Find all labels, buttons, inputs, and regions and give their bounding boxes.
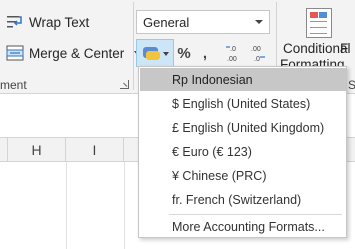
column-h-label: H bbox=[31, 142, 42, 158]
comma-style-button[interactable]: , bbox=[197, 41, 213, 65]
svg-text:.00: .00 bbox=[227, 56, 237, 63]
merge-center-icon bbox=[6, 44, 24, 62]
coin-icon bbox=[146, 51, 160, 60]
group-separator bbox=[133, 2, 134, 90]
percent-style-button[interactable]: % bbox=[174, 41, 194, 65]
number-format-select[interactable]: General bbox=[136, 10, 270, 34]
menu-item-label: € Euro (€ 123) bbox=[172, 144, 252, 159]
grid-line bbox=[66, 162, 67, 249]
menu-item-french-swiss[interactable]: fr. French (Switzerland) bbox=[140, 188, 346, 211]
menu-item-more-accounting-formats[interactable]: More Accounting Formats... bbox=[140, 215, 346, 238]
alignment-dialog-launcher-icon[interactable] bbox=[120, 80, 129, 89]
format-as-table-fragment[interactable]: F bbox=[340, 41, 348, 56]
wrap-text-icon bbox=[6, 13, 24, 31]
merge-center-button[interactable]: Merge & Center bbox=[6, 41, 141, 65]
column-header-h[interactable]: H bbox=[8, 138, 66, 162]
column-header-blank[interactable] bbox=[0, 138, 8, 162]
column-i-label: I bbox=[92, 142, 97, 158]
menu-item-label: $ English (United States) bbox=[172, 96, 311, 111]
menu-item-euro[interactable]: € Euro (€ 123) bbox=[140, 140, 346, 163]
wrap-text-label: Wrap Text bbox=[29, 14, 90, 30]
merge-center-label: Merge & Center bbox=[29, 45, 125, 61]
menu-item-label: Rp Indonesian bbox=[172, 72, 253, 87]
comma-style-icon: , bbox=[202, 44, 208, 62]
svg-text:.0: .0 bbox=[254, 56, 260, 63]
svg-text:.0: .0 bbox=[230, 46, 236, 53]
cf-line bbox=[310, 27, 327, 28]
styles-group-label-fragment: S bbox=[348, 78, 355, 92]
accounting-format-menu: Rp Indonesian $ English (United States) … bbox=[138, 66, 347, 238]
cf-line bbox=[310, 33, 327, 34]
menu-item-label: fr. French (Switzerland) bbox=[172, 192, 302, 207]
alignment-group-label: ment bbox=[0, 78, 27, 92]
increase-decimal-button[interactable]: .0 .00 bbox=[224, 41, 246, 65]
conditional-formatting-icon[interactable] bbox=[306, 8, 332, 38]
chevron-down-icon bbox=[255, 20, 263, 24]
menu-item-chinese[interactable]: ¥ Chinese (PRC) bbox=[140, 164, 346, 187]
cf-cell-red bbox=[310, 12, 318, 18]
menu-item-usd[interactable]: $ English (United States) bbox=[140, 92, 346, 115]
menu-item-label: More Accounting Formats... bbox=[172, 219, 325, 234]
accounting-format-button[interactable] bbox=[136, 39, 174, 67]
decrease-decimal-button[interactable]: .00 .0 bbox=[248, 41, 270, 65]
column-header-i[interactable]: I bbox=[66, 138, 124, 162]
accounting-dropdown-arrow-icon[interactable] bbox=[163, 52, 169, 56]
wrap-text-button[interactable]: Wrap Text bbox=[6, 10, 89, 34]
number-format-value: General bbox=[143, 14, 190, 30]
cf-cell-blue bbox=[319, 12, 327, 18]
grid-line bbox=[124, 162, 125, 249]
increase-decimal-icon: .0 .00 bbox=[226, 46, 237, 63]
percent-style-icon: % bbox=[177, 44, 191, 62]
menu-item-label: ¥ Chinese (PRC) bbox=[172, 168, 267, 183]
menu-item-label: £ English (United Kingdom) bbox=[172, 120, 325, 135]
decrease-decimal-icon: .00 .0 bbox=[251, 46, 265, 63]
menu-item-rp-indonesian[interactable]: Rp Indonesian bbox=[140, 68, 346, 91]
cf-line bbox=[310, 21, 327, 22]
svg-text:.00: .00 bbox=[251, 46, 261, 53]
menu-item-gbp[interactable]: £ English (United Kingdom) bbox=[140, 116, 346, 139]
